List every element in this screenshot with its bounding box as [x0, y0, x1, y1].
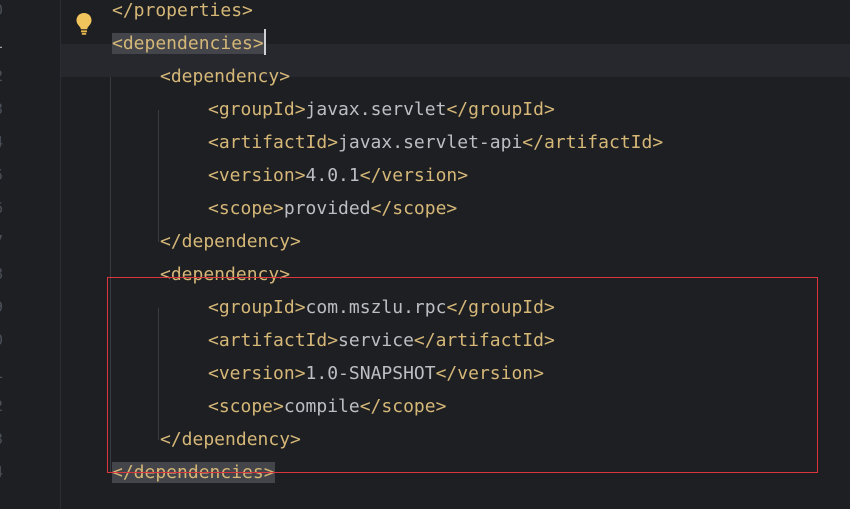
line-number-gutter[interactable]: 012345678901234	[0, 0, 61, 509]
line-number[interactable]: 2	[0, 60, 6, 93]
xml-tag: <groupId>	[208, 99, 306, 120]
xml-tag: </dependency>	[160, 231, 301, 252]
xml-text: provided	[283, 198, 371, 219]
code-editor[interactable]: 012345678901234 </properties><dependenci…	[0, 0, 850, 509]
line-number[interactable]: 2	[0, 390, 6, 423]
xml-tag: <version>	[208, 165, 306, 186]
xml-tag: <artifactId>	[208, 132, 339, 153]
xml-tag: <scope>	[208, 198, 284, 219]
xml-tag: </scope>	[370, 198, 458, 219]
xml-tag: </properties>	[112, 0, 253, 21]
line-number[interactable]: 3	[0, 423, 6, 456]
xml-text: javax.servlet	[305, 99, 447, 120]
code-line[interactable]: <scope>provided</scope>	[208, 192, 457, 225]
xml-tag: <dependencies>	[112, 33, 264, 54]
line-number[interactable]: 8	[0, 258, 6, 291]
line-number[interactable]: 4	[0, 126, 6, 159]
xml-tag: </version>	[359, 165, 469, 186]
code-line[interactable]: </properties>	[112, 0, 253, 27]
lightbulb-icon[interactable]	[75, 12, 93, 36]
line-number[interactable]: 7	[0, 225, 6, 258]
xml-text: javax.servlet-api	[338, 132, 523, 153]
xml-tag: </artifactId>	[522, 132, 664, 153]
line-number[interactable]: 1	[0, 27, 6, 60]
line-number[interactable]: 0	[0, 324, 6, 357]
code-line[interactable]: <artifactId>javax.servlet-api</artifactI…	[208, 126, 663, 159]
line-number[interactable]: 3	[0, 93, 6, 126]
line-number[interactable]: 9	[0, 291, 6, 324]
xml-tag: <dependency>	[160, 66, 291, 87]
text-caret	[263, 29, 266, 55]
annotation-highlight-box	[107, 277, 818, 473]
xml-tag: </groupId>	[446, 99, 555, 120]
code-line[interactable]: <dependency>	[160, 60, 290, 93]
xml-text: 4.0.1	[305, 165, 360, 186]
line-number[interactable]: 1	[0, 357, 6, 390]
code-line[interactable]: <dependencies>	[112, 27, 266, 60]
indent-guide	[158, 110, 159, 242]
line-number[interactable]: 4	[0, 456, 6, 489]
line-number[interactable]: 0	[0, 0, 6, 27]
line-number[interactable]: 5	[0, 159, 6, 192]
line-number[interactable]: 6	[0, 192, 6, 225]
code-line[interactable]: <groupId>javax.servlet</groupId>	[208, 93, 555, 126]
code-line[interactable]: </dependency>	[160, 225, 301, 258]
code-line[interactable]: <version>4.0.1</version>	[208, 159, 468, 192]
